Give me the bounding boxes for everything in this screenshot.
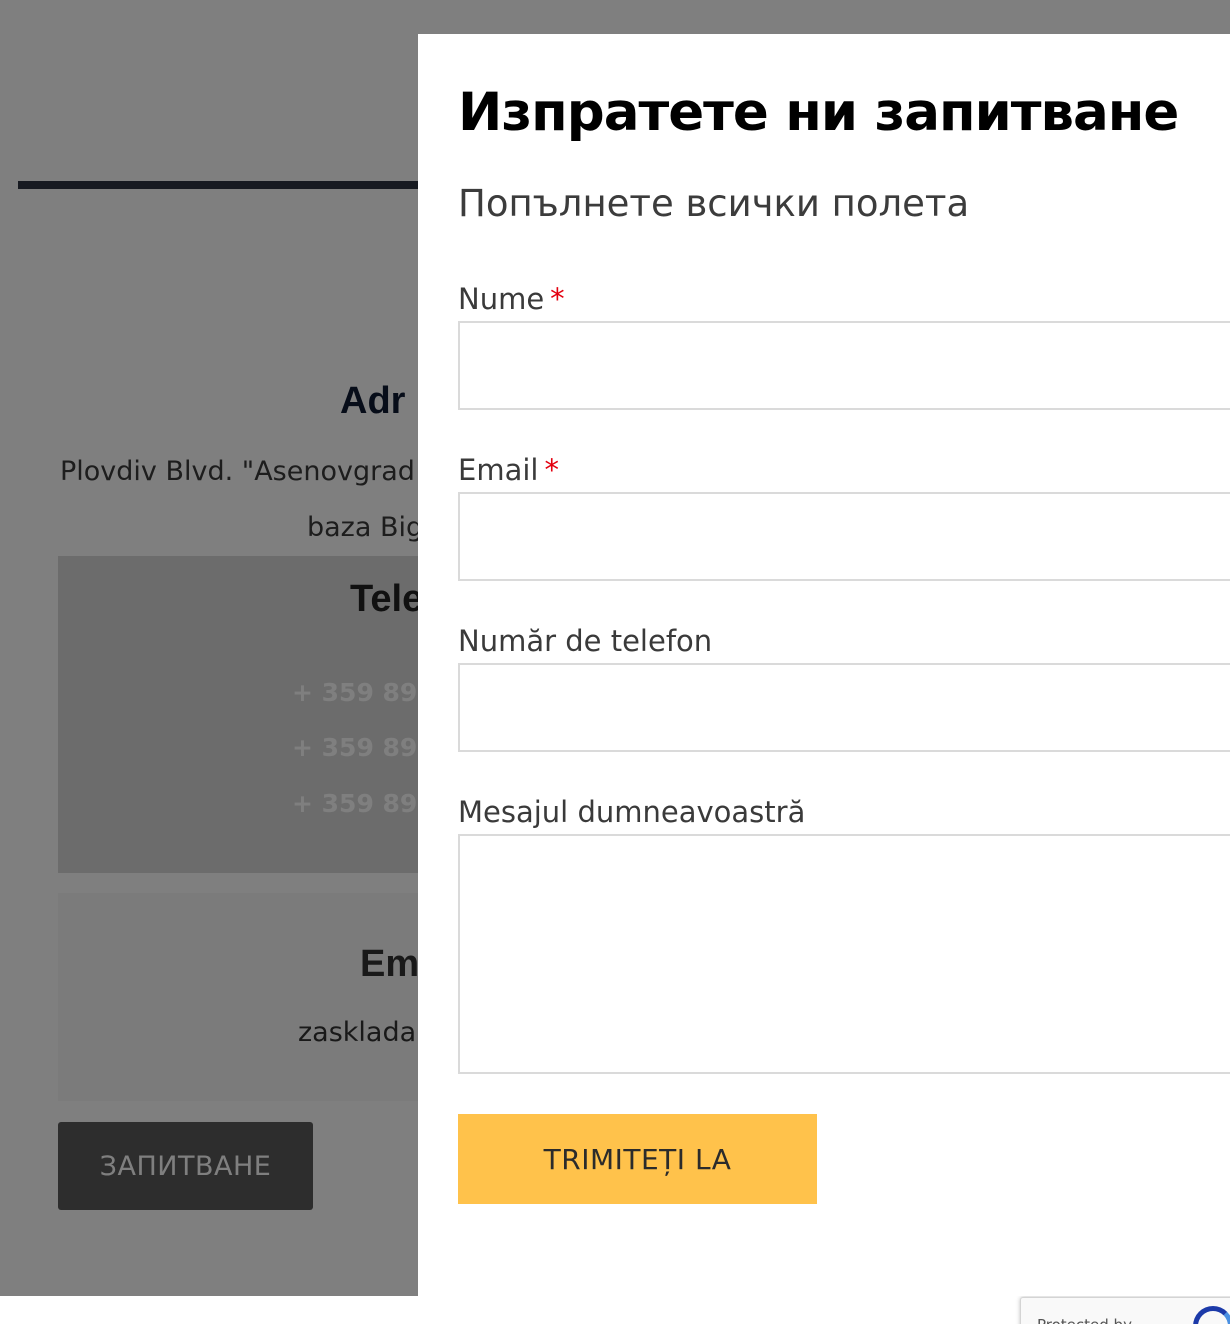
email-input[interactable]	[458, 492, 1230, 581]
name-label-text: Nume	[458, 282, 545, 316]
modal-subtitle: Попълнете всички полета	[458, 182, 970, 225]
recaptcha-label: Protected by	[1037, 1316, 1132, 1324]
message-label: Mesajul dumneavoastră	[458, 795, 806, 829]
modal-title: Изпратете ни запитване	[458, 82, 1179, 143]
name-label: Nume *	[458, 282, 565, 316]
phone-input[interactable]	[458, 663, 1230, 752]
email-label-text: Email	[458, 453, 539, 487]
email-label: Email *	[458, 453, 559, 487]
email-required-marker: *	[544, 453, 559, 487]
phone-label: Număr de telefon	[458, 624, 713, 658]
message-textarea[interactable]	[458, 834, 1230, 1074]
name-required-marker: *	[550, 282, 565, 316]
recaptcha-badge[interactable]: Protected by	[1020, 1297, 1230, 1324]
recaptcha-icon	[1193, 1306, 1230, 1324]
inquiry-modal: Изпратете ни запитване Попълнете всички …	[418, 34, 1230, 1296]
submit-button[interactable]: TRIMITEȚI LA	[458, 1114, 817, 1204]
name-input[interactable]	[458, 321, 1230, 410]
